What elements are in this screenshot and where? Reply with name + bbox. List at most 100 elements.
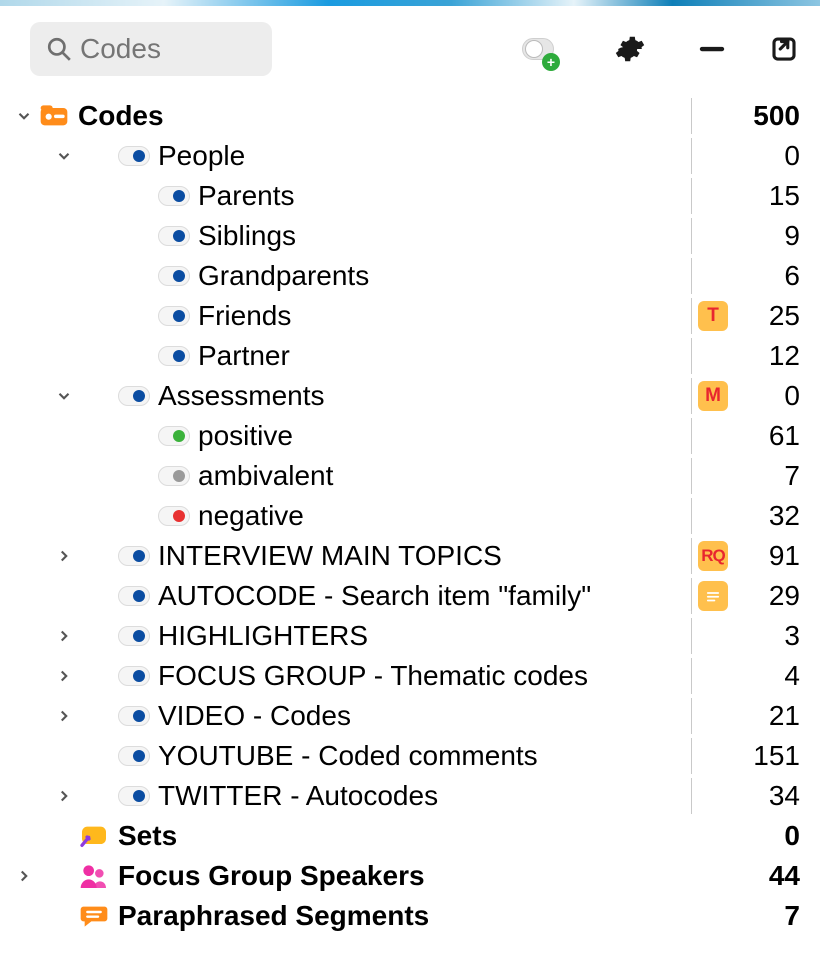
tree-count: 7 — [740, 900, 800, 932]
tree-item-assessments[interactable]: Assessments M 0 — [10, 376, 800, 416]
chevron-down-icon[interactable] — [50, 382, 78, 410]
tree-label: Friends — [198, 300, 291, 332]
tree-count: 25 — [740, 300, 800, 332]
tree-label: Focus Group Speakers — [118, 860, 425, 892]
tree-count: 7 — [740, 460, 800, 492]
tree-label: Parents — [198, 180, 295, 212]
minimize-button[interactable] — [696, 33, 728, 65]
tree-count: 0 — [740, 380, 800, 412]
tree-item-sets[interactable]: Sets 0 — [10, 816, 800, 856]
paraphrase-icon — [78, 900, 110, 932]
settings-button[interactable] — [614, 33, 646, 65]
code-color-icon — [158, 466, 190, 486]
chevron-right-icon[interactable] — [50, 622, 78, 650]
tree-label: Siblings — [198, 220, 296, 252]
sets-icon — [78, 820, 110, 852]
code-tree: Codes 500 People 0 Parents 15 Siblings 9 Gra… — [0, 86, 820, 946]
tree-count: 32 — [740, 500, 800, 532]
search-input[interactable] — [80, 33, 256, 65]
tree-label: Partner — [198, 340, 290, 372]
tree-count: 4 — [740, 660, 800, 692]
rq-badge-icon[interactable]: RQ — [698, 541, 728, 571]
tree-label: FOCUS GROUP - Thematic codes — [158, 660, 588, 692]
tree-item[interactable]: TWITTER - Autocodes34 — [10, 776, 800, 816]
code-color-icon — [158, 186, 190, 206]
tree-count: 9 — [740, 220, 800, 252]
chevron-right-icon[interactable] — [50, 542, 78, 570]
tree-label: HIGHLIGHTERS — [158, 620, 368, 652]
tree-item[interactable]: INTERVIEW MAIN TOPICS RQ 91 — [10, 536, 800, 576]
tree-label: negative — [198, 500, 304, 532]
tree-item[interactable]: positive 61 — [10, 416, 800, 456]
tree-item[interactable]: Parents 15 — [10, 176, 800, 216]
tree-item[interactable]: YOUTUBE - Coded comments 151 — [10, 736, 800, 776]
tree-count: 0 — [740, 140, 800, 172]
tree-count: 151 — [740, 740, 800, 772]
tree-item[interactable]: Siblings 9 — [10, 216, 800, 256]
tree-label: AUTOCODE - Search item "family" — [158, 580, 591, 612]
chevron-right-icon[interactable] — [10, 862, 38, 890]
tree-label: Paraphrased Segments — [118, 900, 429, 932]
tree-item-focus-group-speakers[interactable]: Focus Group Speakers 44 — [10, 856, 800, 896]
code-color-icon — [118, 386, 150, 406]
tree-item-people[interactable]: People 0 — [10, 136, 800, 176]
tree-count: 44 — [740, 860, 800, 892]
new-code-button[interactable]: + — [522, 33, 554, 65]
code-color-icon — [118, 626, 150, 646]
gear-icon — [615, 34, 645, 64]
tree-item[interactable]: AUTOCODE - Search item "family"29 — [10, 576, 800, 616]
tree-item[interactable]: ambivalent7 — [10, 456, 800, 496]
tree-count: 21 — [740, 700, 800, 732]
tree-label: INTERVIEW MAIN TOPICS — [158, 540, 502, 572]
code-color-icon — [158, 346, 190, 366]
code-color-icon — [158, 266, 190, 286]
tree-label: People — [158, 140, 245, 172]
code-color-icon — [118, 746, 150, 766]
tree-item[interactable]: Friends T 25 — [10, 296, 800, 336]
minus-icon — [697, 34, 727, 64]
tree-label: Assessments — [158, 380, 325, 412]
tree-item[interactable]: FOCUS GROUP - Thematic codes 4 — [10, 656, 800, 696]
chevron-right-icon[interactable] — [50, 702, 78, 730]
tree-label: Sets — [118, 820, 177, 852]
code-color-icon — [118, 546, 150, 566]
tree-count: 61 — [740, 420, 800, 452]
speakers-icon — [78, 860, 110, 892]
chevron-down-icon[interactable] — [10, 102, 38, 130]
tree-count: 91 — [740, 540, 800, 572]
tree-label: VIDEO - Codes — [158, 700, 351, 732]
popout-button[interactable] — [768, 33, 800, 65]
tree-count: 500 — [740, 100, 800, 132]
tree-item-paraphrased[interactable]: Paraphrased Segments 7 — [10, 896, 800, 936]
code-color-icon — [158, 506, 190, 526]
chevron-down-icon[interactable] — [50, 142, 78, 170]
tree-item[interactable]: Grandparents 6 — [10, 256, 800, 296]
tree-count: 0 — [740, 820, 800, 852]
code-color-icon — [118, 786, 150, 806]
chevron-right-icon[interactable] — [50, 662, 78, 690]
chevron-right-icon[interactable] — [50, 782, 78, 810]
search-icon — [46, 36, 72, 62]
memo-note-icon[interactable] — [698, 581, 728, 611]
tree-label: Codes — [78, 100, 164, 132]
codes-folder-icon — [38, 100, 70, 132]
transcript-badge-icon[interactable]: T — [698, 301, 728, 331]
code-color-icon — [118, 146, 150, 166]
popout-icon — [769, 34, 799, 64]
code-color-icon — [118, 706, 150, 726]
tree-item[interactable]: VIDEO - Codes 21 — [10, 696, 800, 736]
tree-label: Grandparents — [198, 260, 369, 292]
tree-root-codes[interactable]: Codes 500 — [10, 96, 800, 136]
tree-item[interactable]: Partner 12 — [10, 336, 800, 376]
memo-badge-icon[interactable]: M — [698, 381, 728, 411]
tree-item[interactable]: negative 32 — [10, 496, 800, 536]
tree-label: positive — [198, 420, 293, 452]
tree-item[interactable]: HIGHLIGHTERS3 — [10, 616, 800, 656]
tree-count: 34 — [740, 780, 800, 812]
tree-count: 15 — [740, 180, 800, 212]
search-box[interactable] — [30, 22, 272, 76]
tree-count: 12 — [740, 340, 800, 372]
code-color-icon — [158, 306, 190, 326]
tree-count: 6 — [740, 260, 800, 292]
tree-label: YOUTUBE - Coded comments — [158, 740, 538, 772]
